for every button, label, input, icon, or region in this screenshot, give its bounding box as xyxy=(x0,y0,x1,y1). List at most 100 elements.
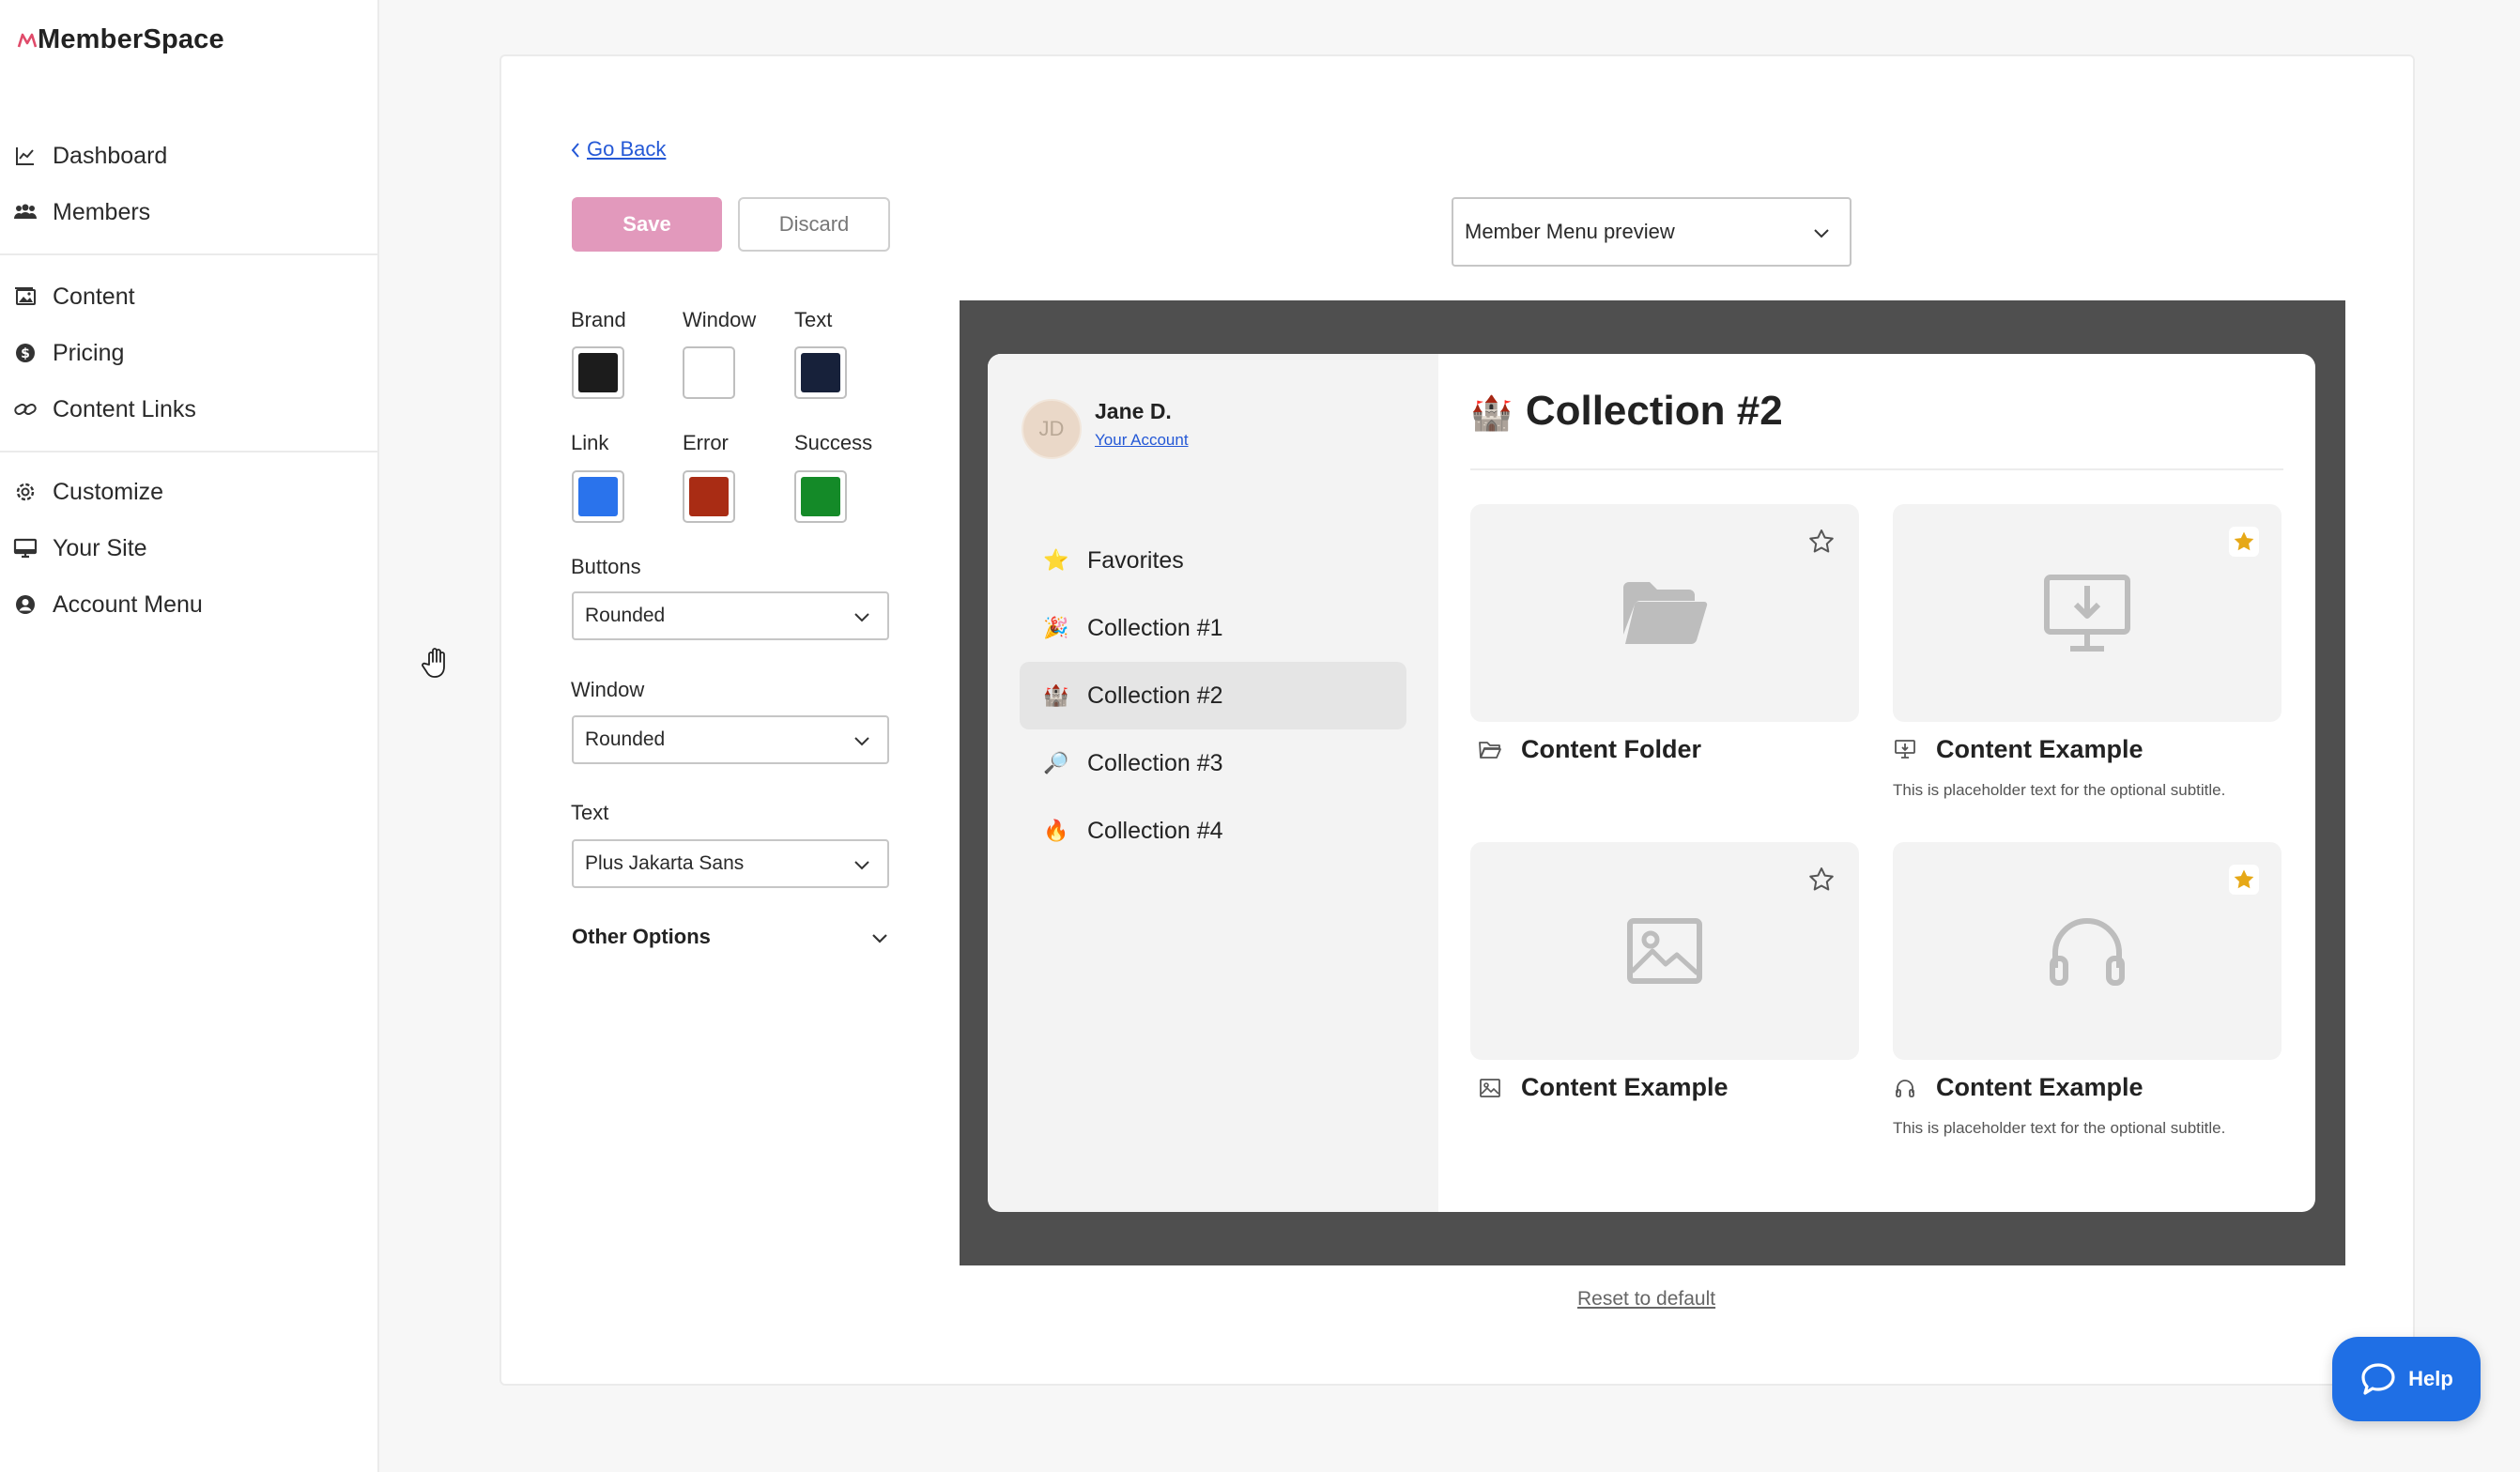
content-tile-title[interactable]: Content Folder xyxy=(1478,735,1701,764)
magnifier-emoji-icon: 🔎 xyxy=(1043,751,1069,774)
tile-title-text: Content Example xyxy=(1936,735,2144,763)
text-font-value: Plus Jakarta Sans xyxy=(585,852,745,874)
error-color-fill xyxy=(689,477,729,516)
preview-mode-select[interactable]: Member Menu preview xyxy=(1452,197,1852,267)
sidebar-item-content[interactable]: Content xyxy=(0,268,379,325)
favorite-star-icon[interactable] xyxy=(1806,865,1836,895)
buttons-style-value: Rounded xyxy=(585,605,666,626)
sidebar-item-members[interactable]: Members xyxy=(0,184,379,240)
download-monitor-icon xyxy=(1895,740,1915,759)
gear-icon xyxy=(13,480,38,504)
sidebar-item-label: Dashboard xyxy=(53,142,168,169)
brand-color-label: Brand xyxy=(571,308,626,331)
sidebar-item-dashboard[interactable]: Dashboard xyxy=(0,128,379,184)
go-back-link[interactable]: Go Back xyxy=(570,137,666,161)
headphones-icon xyxy=(2050,918,2125,986)
sidebar-item-label: Members xyxy=(53,198,151,225)
brand-color-fill xyxy=(578,353,618,392)
go-back-label: Go Back xyxy=(587,137,667,161)
other-options-label: Other Options xyxy=(572,925,711,948)
text-color-swatch[interactable] xyxy=(794,346,847,399)
sidebar-item-customize[interactable]: Customize xyxy=(0,464,379,520)
sidebar-item-label: Customize xyxy=(53,478,164,505)
content-tile-title[interactable]: Content Example xyxy=(1893,735,2144,764)
chevron-down-icon xyxy=(872,934,887,943)
sidebar-item-pricing[interactable]: $ Pricing xyxy=(0,325,379,381)
content-tile-title[interactable]: Content Example xyxy=(1893,1073,2144,1102)
favorite-star-icon[interactable] xyxy=(2229,865,2259,895)
menu-item-label: Collection #3 xyxy=(1087,749,1223,776)
text-color-fill xyxy=(801,353,840,392)
window-color-swatch[interactable] xyxy=(683,346,735,399)
content-tile-title[interactable]: Content Example xyxy=(1478,1073,1729,1102)
chart-line-icon xyxy=(13,144,38,168)
folder-icon xyxy=(1623,582,1708,645)
chevron-left-icon xyxy=(571,143,579,158)
your-account-link[interactable]: Your Account xyxy=(1095,431,1189,450)
link-color-label: Link xyxy=(571,431,609,454)
success-color-label: Success xyxy=(794,431,873,454)
save-button[interactable]: Save xyxy=(572,197,722,252)
tile-title-text: Content Example xyxy=(1936,1073,2144,1101)
error-color-label: Error xyxy=(683,431,729,454)
window-color-fill xyxy=(689,353,729,392)
app-logo[interactable]: MemberSpace xyxy=(17,24,224,55)
favorite-star-icon[interactable] xyxy=(1806,527,1836,557)
content-tile[interactable] xyxy=(1893,842,2282,1060)
window-style-select[interactable]: Rounded xyxy=(572,715,889,764)
sidebar-item-content-links[interactable]: Content Links xyxy=(0,381,379,437)
link-color-fill xyxy=(578,477,618,516)
chat-bubble-icon xyxy=(2361,1363,2395,1395)
party-emoji-icon: 🎉 xyxy=(1043,616,1069,639)
svg-text:$: $ xyxy=(21,346,30,361)
avatar: JD xyxy=(1022,399,1082,459)
castle-emoji-icon: 🏰 xyxy=(1470,393,1513,432)
menu-item-favorites[interactable]: ⭐ Favorites xyxy=(1020,527,1406,594)
text-color-label: Text xyxy=(794,308,833,331)
content-tile[interactable] xyxy=(1893,504,2282,722)
discard-button[interactable]: Discard xyxy=(738,197,890,252)
menu-item-collection-4[interactable]: 🔥 Collection #4 xyxy=(1020,797,1406,865)
member-name: Jane D. xyxy=(1095,399,1172,423)
help-button[interactable]: Help xyxy=(2332,1337,2481,1421)
monitor-icon xyxy=(13,536,38,560)
reset-to-default-link[interactable]: Reset to default xyxy=(1577,1288,1715,1311)
menu-item-collection-2[interactable]: 🏰 Collection #2 xyxy=(1020,662,1406,729)
menu-item-label: Collection #4 xyxy=(1087,817,1223,844)
menu-item-label: Favorites xyxy=(1087,546,1184,574)
download-monitor-icon xyxy=(2044,575,2130,652)
content-tile-subtitle: This is placeholder text for the optiona… xyxy=(1893,781,2226,799)
content-tile[interactable] xyxy=(1470,842,1859,1060)
brand-name: MemberSpace xyxy=(38,24,224,54)
favorite-star-icon[interactable] xyxy=(2229,527,2259,557)
preview-mode-value: Member Menu preview xyxy=(1465,220,1675,243)
error-color-swatch[interactable] xyxy=(683,470,735,523)
users-icon xyxy=(13,200,38,224)
sidebar-item-your-site[interactable]: Your Site xyxy=(0,520,379,576)
sidebar-item-label: Your Site xyxy=(53,534,147,561)
collection-title: 🏰 Collection #2 xyxy=(1470,388,1783,435)
text-font-label: Text xyxy=(571,801,609,824)
tile-title-text: Content Example xyxy=(1521,1073,1729,1101)
window-style-label: Window xyxy=(571,678,645,701)
other-options-toggle[interactable]: Other Options xyxy=(572,925,891,949)
image-icon xyxy=(13,284,38,309)
user-circle-icon xyxy=(13,592,38,617)
sidebar-item-account-menu[interactable]: Account Menu xyxy=(0,576,379,633)
sidebar-item-label: Content xyxy=(53,283,135,310)
brand-color-swatch[interactable] xyxy=(572,346,624,399)
content-tile[interactable] xyxy=(1470,504,1859,722)
sidebar-item-label: Pricing xyxy=(53,339,125,366)
chevron-down-icon xyxy=(854,613,869,622)
sidebar-item-label: Account Menu xyxy=(53,590,203,618)
window-color-label: Window xyxy=(683,308,757,331)
buttons-style-select[interactable]: Rounded xyxy=(572,591,889,640)
castle-emoji-icon: 🏰 xyxy=(1043,683,1069,707)
success-color-swatch[interactable] xyxy=(794,470,847,523)
dollar-icon: $ xyxy=(13,341,38,365)
link-color-swatch[interactable] xyxy=(572,470,624,523)
text-font-select[interactable]: Plus Jakarta Sans xyxy=(572,839,889,888)
menu-item-collection-3[interactable]: 🔎 Collection #3 xyxy=(1020,729,1406,797)
sidebar: MemberSpace Dashboard Members Content $ … xyxy=(0,0,379,1472)
menu-item-collection-1[interactable]: 🎉 Collection #1 xyxy=(1020,594,1406,662)
